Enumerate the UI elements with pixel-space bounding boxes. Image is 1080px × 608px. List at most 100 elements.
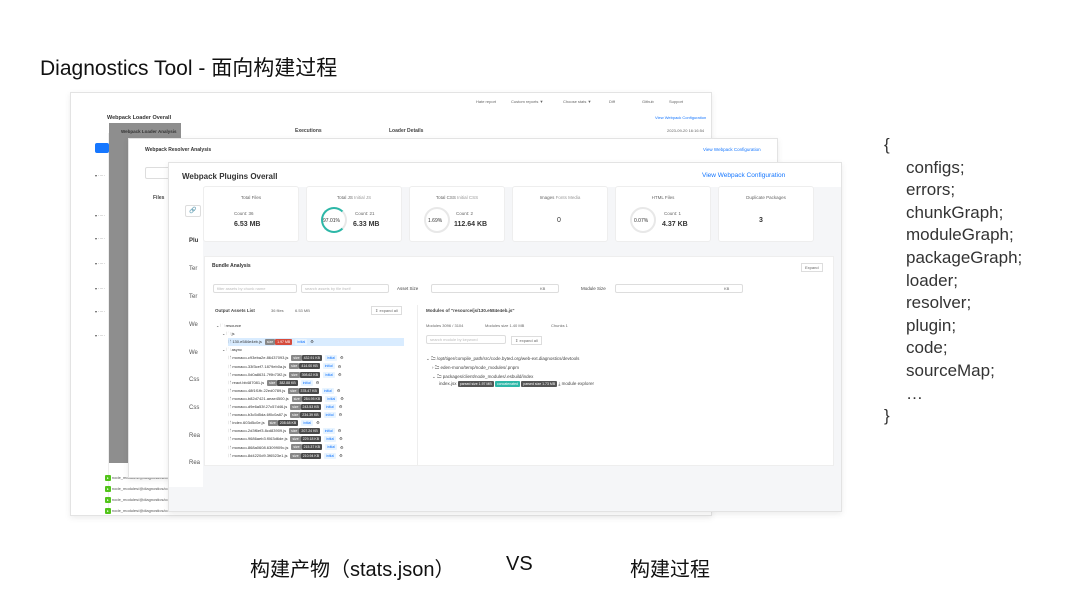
asset-file-row[interactable]: 🗋 monaco-b3c5d5da.6f0c0a87.js size 234.39 …: [228, 411, 404, 419]
initial-tag: initial: [323, 403, 336, 410]
gear-icon[interactable]: ⚙: [337, 388, 341, 393]
module-file-row[interactable]: index.jsx parsed size 1.97 MB concatenat…: [439, 381, 594, 387]
link-icon[interactable]: 🔗: [185, 205, 201, 217]
code-item: …: [906, 383, 923, 403]
resolver-title: Webpack Resolver Analysis: [145, 147, 212, 153]
size-tag: size: [264, 339, 276, 346]
side-bullet: ▾ ·····: [95, 213, 105, 218]
asset-file-row[interactable]: 🗋 monaco-0d0a8631.7f9b73f2.js size 398.62 …: [228, 371, 404, 379]
gear-icon[interactable]: ⚙: [338, 364, 342, 369]
plugins-config-link[interactable]: View Webpack Configuration: [702, 172, 785, 179]
side-label: Css: [189, 405, 200, 411]
initial-tag: initial: [322, 363, 335, 370]
bundle-expand[interactable]: Expand: [801, 263, 823, 272]
gear-icon[interactable]: ⚙: [339, 404, 343, 409]
initial-tag: initial: [324, 436, 337, 443]
panel-divider: [417, 305, 418, 465]
module-expand-all[interactable]: ⇕ expand all: [511, 336, 542, 345]
asset-file-row[interactable]: 🗋 monaco-33f3cef7.1879eb0a.js size 414.00 …: [228, 363, 404, 371]
gear-icon[interactable]: ⚙: [340, 355, 344, 360]
brace-close: }: [884, 406, 890, 426]
gear-icon[interactable]: ⚙: [339, 436, 343, 441]
asset-file-row[interactable]: 🗋 react.bb487081.js size 382.88 KB initial ⚙: [228, 379, 404, 387]
size-tag: size: [291, 395, 302, 402]
card-title: Duplicate Packages: [746, 195, 786, 200]
nav-item[interactable]: Choose stats ▼: [563, 99, 591, 104]
module-size-input[interactable]: KB: [615, 284, 743, 293]
gear-icon[interactable]: ⚙: [310, 339, 314, 344]
code-item: code;: [906, 338, 948, 358]
side-label: Rea: [189, 460, 201, 466]
gear-icon[interactable]: ⚙: [340, 445, 344, 450]
asset-folder-row[interactable]: ⌄ 🗀 resource: [216, 322, 392, 330]
gear-icon[interactable]: ⚙: [338, 428, 342, 433]
bottom-row[interactable]: ▸ node_modules/@diagnostics/co: [105, 508, 169, 514]
expand-all-button[interactable]: ⇕ expand all: [371, 306, 402, 315]
size-value: 378.47 KB: [298, 387, 319, 394]
gear-icon[interactable]: ⚙: [338, 372, 342, 377]
card-total-js: Total JS Initial JS 97.01% Count: 21 6.3…: [306, 186, 402, 242]
card-value: 0: [557, 217, 561, 224]
asset-name: monaco-868a0608.6309909c.js: [232, 444, 289, 450]
side-label: Css: [189, 377, 200, 383]
module-tree-row[interactable]: ⌄ 🗀 packages/client/node_modules/.esbuil…: [432, 373, 533, 381]
module-size-label: Module Size: [581, 286, 606, 291]
asset-file-row[interactable]: 🗋 monaco-868a0608.6309909c.js size 215.37 …: [228, 444, 404, 452]
module-stat: Modules size 1.40 MB: [485, 323, 525, 328]
code-item: configs;: [906, 157, 965, 177]
module-explorer-link[interactable]: ⤓ module explorer: [558, 381, 594, 386]
nav-item[interactable]: Hate report: [476, 99, 496, 104]
module-search-input[interactable]: search module by keyword: [426, 335, 506, 344]
initial-tag: initial: [325, 395, 338, 402]
initial-tag: initial: [323, 412, 336, 419]
side-label: Plu: [189, 238, 199, 244]
nav-item[interactable]: Diff: [609, 99, 615, 104]
card-count: Count: 36: [234, 211, 254, 216]
size-value: 234.39 KB: [300, 412, 321, 419]
chunk-filter-input[interactable]: filter assets by chunk name: [213, 284, 297, 293]
asset-file-row[interactable]: 🗋 monaco-48f1f1fb.22ed0789.js size 378.47 …: [228, 387, 404, 395]
nav-item[interactable]: Support: [669, 99, 683, 104]
asset-folder-row[interactable]: ⌄ 🗀 async: [222, 346, 398, 354]
asset-file-row[interactable]: 🗋 monaco-d9e6a53f.27c57d46.js size 243.53 …: [228, 403, 404, 411]
side-bullet: ▾ ·····: [95, 261, 105, 266]
gear-icon[interactable]: ⚙: [316, 380, 320, 385]
asset-name: monaco-9686aeb3.f063d6de.js: [232, 436, 288, 442]
size-value: 208.68 KB: [277, 420, 299, 427]
gear-icon[interactable]: ⚙: [339, 453, 343, 458]
asset-file-row[interactable]: 🗋 monaco-c93eba2e.86437093.js size 432.91 …: [228, 354, 404, 362]
asset-file-row[interactable]: 🗋 index.603d5c0e.js size 208.68 KB initial ⚙: [228, 419, 404, 427]
asset-search-input[interactable]: search assets by file itself: [301, 284, 389, 293]
bottom-row[interactable]: ▸ node_modules/@diagnostics/co: [105, 486, 169, 492]
blue-tab[interactable]: [95, 143, 109, 153]
size-tag: size: [288, 387, 299, 394]
module-tree-row[interactable]: ⌄ 🗀 /opt/tiger/compile_path/src/code.byt…: [426, 355, 579, 363]
module-tree-row[interactable]: › 🗀 eden-mono/temp/node_modules/.pnpm: [432, 364, 519, 372]
bottom-row[interactable]: ▸ node_modules/@diagnostics/co: [105, 497, 169, 503]
asset-file-row[interactable]: 🗋 monaco-8d4220d9.3f6523e1.js size 210.94 …: [228, 452, 404, 460]
asset-name: index.603d5c0e.js: [232, 420, 265, 426]
gear-icon[interactable]: ⚙: [340, 396, 344, 401]
loader-config-link[interactable]: View Webpack Configuration: [655, 115, 706, 120]
initial-tag: initial: [324, 444, 337, 451]
asset-folder-row[interactable]: ⌄ 🗀 js: [222, 330, 398, 338]
card-html-files: HTML Files 0.07% Count: 1 4.37 KB: [615, 186, 711, 242]
asset-size-label: Asset Size: [397, 286, 419, 291]
card-value: 3: [759, 217, 763, 224]
gear-icon[interactable]: ⚙: [339, 412, 343, 417]
side-label: We: [189, 350, 198, 356]
resolver-config-link[interactable]: View Webpack Configuration: [703, 147, 761, 152]
size-value: 414.00 KB: [299, 363, 320, 370]
asset-file-row[interactable]: 🗋 monaco-2d3f6ef3.8cd83909.js size 207.24 …: [228, 427, 404, 435]
asset-size-input[interactable]: KB: [431, 284, 559, 293]
asset-file-row[interactable]: 🗋 monaco-b82d7421.aeae4500.js size 284.95 …: [228, 395, 404, 403]
caption-vs: VS: [506, 553, 533, 575]
module-tag: parsed size 1.73 MB: [521, 381, 558, 387]
asset-file-row[interactable]: 🗋 monaco-9686aeb3.f063d6de.js size 229.18 …: [228, 435, 404, 443]
card-percent: 0.07%: [634, 218, 649, 224]
asset-file-row[interactable]: 🗋 130.e584e4eb.js size 1.97 MB initial ⚙: [228, 338, 404, 347]
nav-item[interactable]: Custom reports ▼: [511, 99, 543, 104]
gear-icon[interactable]: ⚙: [316, 420, 320, 425]
nav-item[interactable]: Github: [642, 99, 654, 104]
loader-analysis-title: Webpack Loader Analysis: [121, 129, 177, 134]
